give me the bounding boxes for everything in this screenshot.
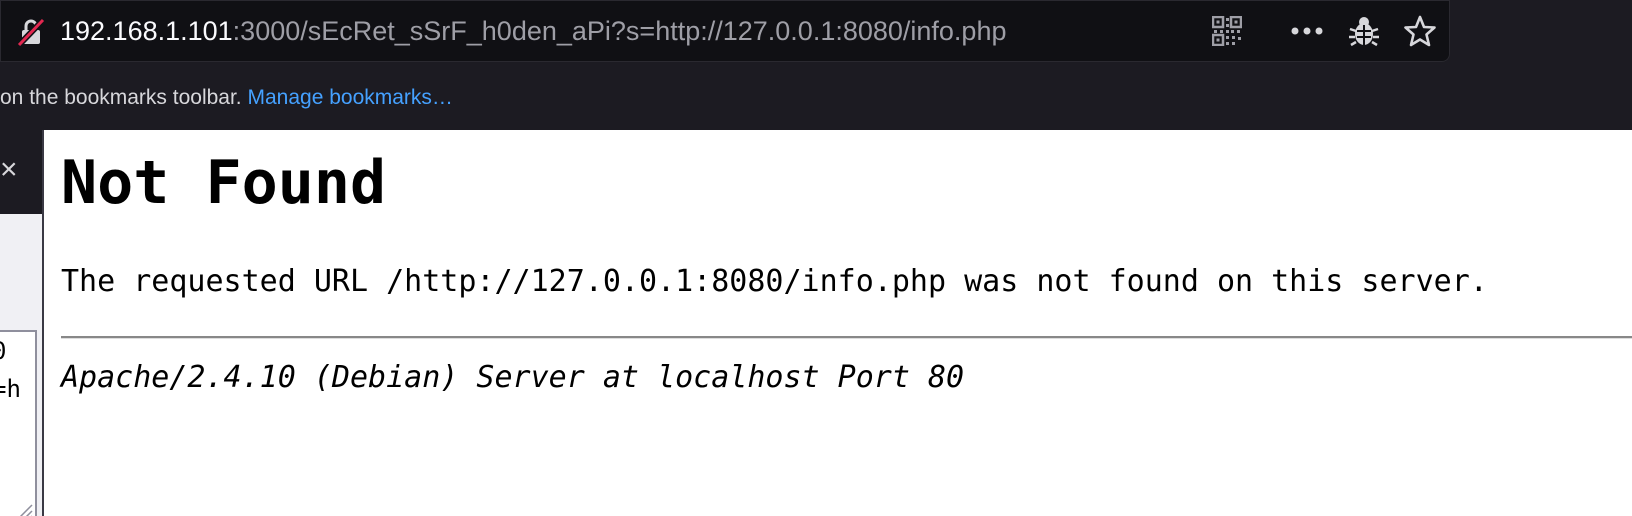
divider <box>61 336 1632 339</box>
server-signature: Apache/2.4.10 (Debian) Server at localho… <box>61 360 965 395</box>
textarea-line: 0 <box>0 332 35 370</box>
page-content: Not Found The requested URL /http://127.… <box>42 130 1632 516</box>
manage-bookmarks-link[interactable]: Manage bookmarks… <box>248 86 453 109</box>
error-message: The requested URL /http://127.0.0.1:8080… <box>61 264 1488 299</box>
url-bar[interactable]: 192.168.1.101:3000/sEcRet_sSrF_h0den_aPi… <box>0 0 1450 62</box>
bookmark-star-icon[interactable] <box>1403 14 1437 48</box>
page-title: Not Found <box>61 148 387 218</box>
url-host: 192.168.1.101 <box>60 16 233 46</box>
bookmarks-toolbar-message: on the bookmarks toolbar. <box>0 86 242 109</box>
insecure-lock-icon[interactable] <box>16 17 46 48</box>
bug-icon[interactable] <box>1347 14 1381 48</box>
resize-grip-icon[interactable] <box>13 494 33 516</box>
sidebar-textarea[interactable]: 0 =h <box>0 330 37 516</box>
more-options-icon[interactable] <box>1290 14 1324 48</box>
sidebar-close-button[interactable]: × <box>0 150 20 190</box>
textarea-line: =h <box>0 375 21 403</box>
qr-code-icon[interactable] <box>1210 14 1244 48</box>
url-path: :3000/sEcRet_sSrF_h0den_aPi?s=http://127… <box>232 16 1007 46</box>
bookmarks-toolbar: on the bookmarks toolbar. Manage bookmar… <box>0 78 453 118</box>
url-text[interactable]: 192.168.1.101:3000/sEcRet_sSrF_h0den_aPi… <box>60 14 1006 48</box>
